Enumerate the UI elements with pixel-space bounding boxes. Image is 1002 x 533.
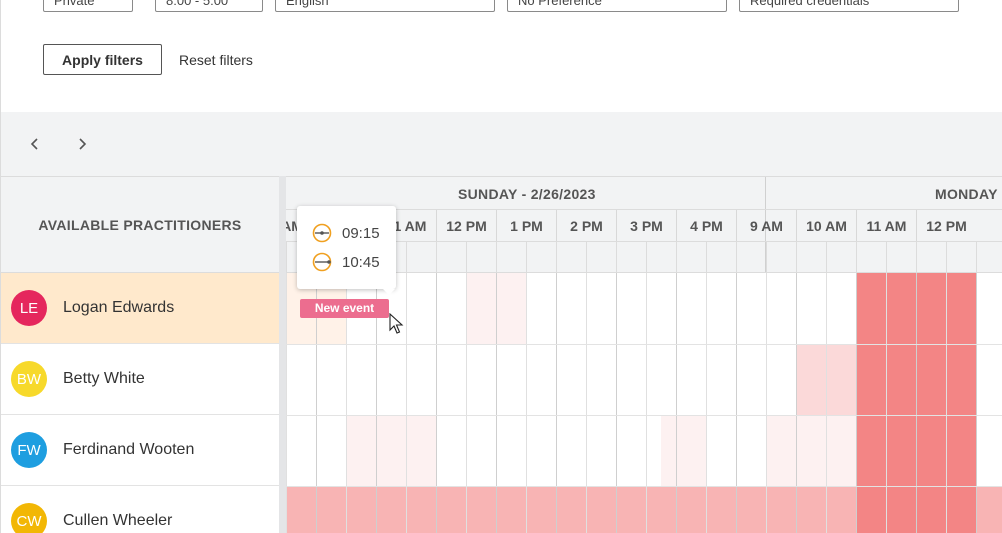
half-hour-cell bbox=[556, 242, 586, 272]
credentials-select[interactable]: Required credentials bbox=[739, 0, 959, 12]
availability-cell bbox=[346, 415, 436, 486]
avatar: CW bbox=[11, 503, 47, 533]
avatar: FW bbox=[11, 432, 47, 468]
hour-cell: 3 PM bbox=[616, 210, 676, 242]
half-hour-cell bbox=[526, 242, 556, 272]
grid-line bbox=[286, 273, 287, 533]
grid-line bbox=[496, 273, 497, 533]
chevron-right-icon[interactable] bbox=[72, 134, 92, 154]
grid-line bbox=[586, 273, 587, 533]
apply-filters-button[interactable]: Apply filters bbox=[43, 44, 162, 75]
grid-line bbox=[916, 273, 917, 533]
availability-grid[interactable] bbox=[286, 273, 1002, 533]
date-navigation bbox=[0, 112, 1002, 176]
grid-line bbox=[826, 273, 827, 533]
start-clock-icon bbox=[312, 223, 332, 243]
visibility-select[interactable]: Private bbox=[43, 0, 133, 12]
practitioner-name: Ferdinand Wooten bbox=[63, 441, 195, 458]
avatar: BW bbox=[11, 361, 47, 397]
grid-line bbox=[556, 273, 557, 533]
grid-line bbox=[676, 273, 677, 533]
availability-cell bbox=[766, 415, 856, 486]
grid-line bbox=[526, 273, 527, 533]
grid-line bbox=[466, 273, 467, 533]
hour-cell: 12 PM bbox=[916, 210, 976, 242]
hour-cell: 9 AM bbox=[736, 210, 796, 242]
hour-cell: 2 PM bbox=[556, 210, 616, 242]
grid-line bbox=[796, 273, 797, 533]
half-hour-cell bbox=[796, 242, 826, 272]
half-hour-cell bbox=[736, 242, 766, 272]
grid-line bbox=[946, 273, 947, 533]
day-label-sunday: SUNDAY - 2/26/2023 bbox=[458, 186, 596, 202]
half-hour-cell bbox=[706, 242, 736, 272]
grid-line bbox=[616, 273, 617, 533]
pane-splitter[interactable] bbox=[279, 176, 286, 533]
half-hour-cell bbox=[646, 242, 676, 272]
new-event[interactable]: New event bbox=[300, 299, 389, 318]
day-label-monday: MONDAY bbox=[935, 186, 998, 202]
language-select[interactable]: English bbox=[275, 0, 495, 12]
grid-line bbox=[406, 273, 407, 533]
end-time-row: 10:45 bbox=[312, 252, 380, 272]
event-time-tooltip: 09:15 10:45 bbox=[297, 206, 396, 295]
half-hour-cell bbox=[946, 242, 976, 272]
hour-cell: 10 AM bbox=[796, 210, 856, 242]
grid-line bbox=[286, 415, 1002, 416]
grid-line bbox=[646, 273, 647, 533]
grid-line bbox=[766, 273, 767, 533]
start-time-row: 09:15 bbox=[312, 223, 380, 243]
practitioner-name: Cullen Wheeler bbox=[63, 512, 173, 529]
grid-line bbox=[976, 273, 977, 533]
half-hour-cell bbox=[766, 242, 796, 272]
half-hour-cell bbox=[406, 242, 436, 272]
grid-line bbox=[436, 273, 437, 533]
hour-cell: 4 PM bbox=[676, 210, 736, 242]
practitioner-name: Betty White bbox=[63, 370, 145, 387]
practitioner-name: Logan Edwards bbox=[63, 299, 175, 316]
half-hour-cell bbox=[826, 242, 856, 272]
half-hour-cell bbox=[436, 242, 466, 272]
practitioner-row[interactable]: LE Logan Edwards bbox=[1, 273, 279, 344]
half-hour-cell bbox=[976, 242, 1002, 272]
practitioner-row[interactable]: BW Betty White bbox=[1, 344, 279, 415]
grid-line bbox=[856, 273, 857, 533]
grid-line bbox=[286, 486, 1002, 487]
practitioner-row[interactable]: CW Cullen Wheeler bbox=[1, 486, 279, 533]
hour-cell: 1 PM bbox=[496, 210, 556, 242]
chevron-left-icon[interactable] bbox=[25, 134, 45, 154]
avatar: LE bbox=[11, 290, 47, 326]
half-hour-cell bbox=[856, 242, 886, 272]
half-hour-cell bbox=[616, 242, 646, 272]
preference-select[interactable]: No Preference bbox=[507, 0, 727, 12]
end-time: 10:45 bbox=[342, 253, 380, 271]
grid-line bbox=[706, 273, 707, 533]
hours-select[interactable]: 8:00 - 5:00 bbox=[155, 0, 263, 12]
start-time: 09:15 bbox=[342, 224, 380, 242]
half-hour-cell bbox=[916, 242, 946, 272]
availability-cell bbox=[661, 415, 706, 486]
end-clock-icon bbox=[312, 252, 332, 272]
hour-cell: 11 AM bbox=[856, 210, 916, 242]
grid-line bbox=[286, 344, 1002, 345]
grid-line bbox=[736, 273, 737, 533]
half-hour-cell bbox=[586, 242, 616, 272]
half-hour-cell bbox=[466, 242, 496, 272]
mouse-cursor-icon bbox=[389, 313, 404, 334]
filter-panel: Private 8:00 - 5:00 English No Preferenc… bbox=[0, 0, 1002, 112]
resource-header: AVAILABLE PRACTITIONERS bbox=[1, 176, 279, 273]
half-hour-cell bbox=[676, 242, 706, 272]
half-hour-cell bbox=[496, 242, 526, 272]
practitioner-row[interactable]: FW Ferdinand Wooten bbox=[1, 415, 279, 486]
reset-filters-link[interactable]: Reset filters bbox=[179, 52, 253, 68]
half-hour-cell bbox=[886, 242, 916, 272]
hour-cell: 12 PM bbox=[436, 210, 496, 242]
timeline-scheduler: AVAILABLE PRACTITIONERS SUNDAY - 2/26/20… bbox=[0, 176, 1002, 533]
grid-line bbox=[886, 273, 887, 533]
